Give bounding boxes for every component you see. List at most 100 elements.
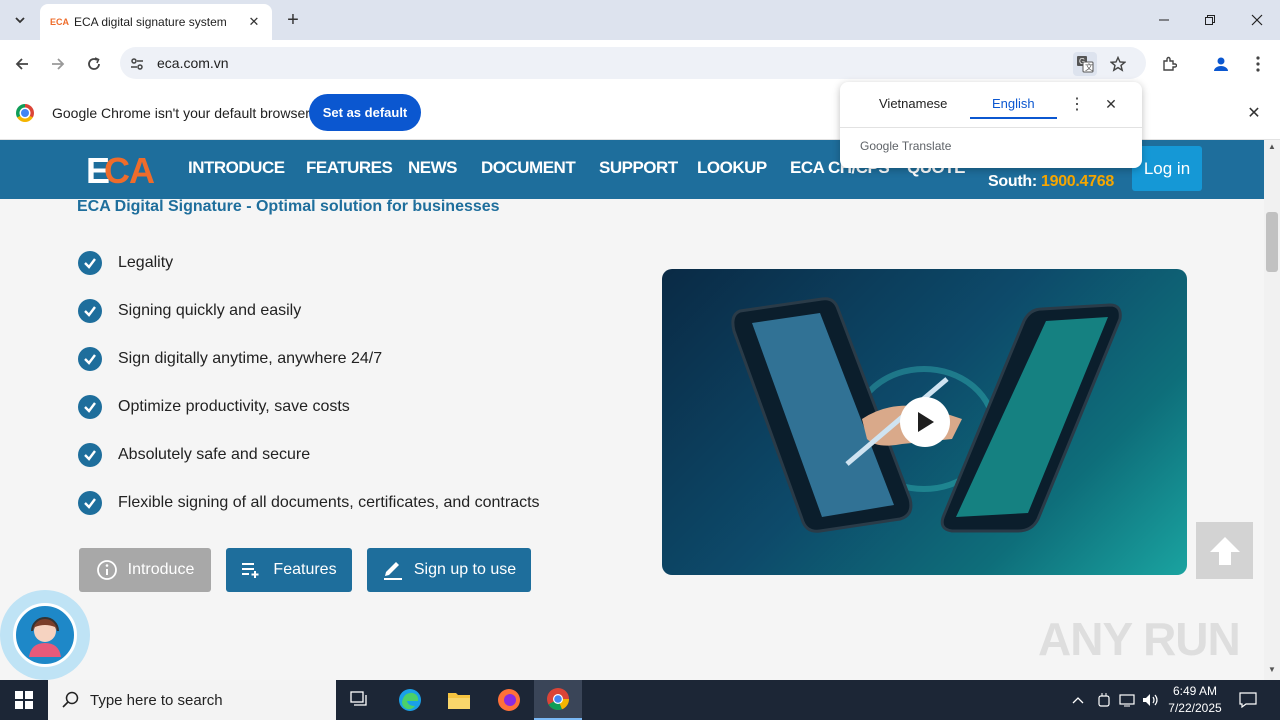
extensions-icon[interactable] xyxy=(1157,52,1181,76)
login-button[interactable]: Log in xyxy=(1132,146,1202,191)
translate-divider xyxy=(840,127,1142,128)
support-agent-icon xyxy=(29,617,61,657)
back-to-top-button[interactable] xyxy=(1196,522,1253,579)
person-glyph xyxy=(1214,57,1228,71)
close-glyph xyxy=(1251,14,1263,26)
nav-news[interactable]: NEWS xyxy=(408,158,458,178)
scroll-up-icon[interactable]: ▲ xyxy=(1264,142,1280,154)
feature-text: Sign digitally anytime, anywhere 24/7 xyxy=(118,350,383,367)
volume-icon[interactable] xyxy=(1141,690,1161,710)
support-chat-avatar[interactable] xyxy=(0,590,90,680)
infobar-message: Google Chrome isn't your default browser xyxy=(52,105,310,121)
check-glyph xyxy=(84,258,96,269)
play-button-icon[interactable] xyxy=(900,397,950,447)
features-button[interactable]: Features xyxy=(226,548,352,592)
network-icon[interactable] xyxy=(1117,690,1137,710)
chrome-glyph xyxy=(547,688,570,711)
translate-tab-indicator xyxy=(970,117,1057,119)
check-glyph xyxy=(84,402,96,413)
logo-ca[interactable]: CA xyxy=(104,150,155,192)
section-subtitle: ECA Digital Signature - Optimal solution… xyxy=(77,198,500,215)
minimize-glyph xyxy=(1159,19,1169,21)
feature-item: Legality xyxy=(78,250,173,276)
check-icon xyxy=(78,395,102,419)
tab-search-button[interactable] xyxy=(8,8,32,32)
clock-date: 7/22/2025 xyxy=(1168,701,1222,715)
chevron-down-icon xyxy=(15,17,25,24)
playlist-add-icon xyxy=(242,563,259,578)
search-icon xyxy=(62,691,79,708)
feature-item: Signing quickly and easily xyxy=(78,298,301,324)
url-text[interactable]: eca.com.vn xyxy=(157,55,229,71)
hotline-label: South: xyxy=(988,173,1041,190)
minimize-icon[interactable] xyxy=(1152,8,1176,32)
infobar-close-icon[interactable]: ✕ xyxy=(1244,103,1264,123)
browser-tab[interactable]: ECA ECA digital signature system ✕ xyxy=(40,4,272,40)
scrollbar-thumb[interactable] xyxy=(1266,212,1278,272)
restore-icon[interactable] xyxy=(1198,8,1222,32)
notifications-icon[interactable] xyxy=(1238,690,1258,710)
restore-glyph xyxy=(1205,15,1215,25)
nav-lookup[interactable]: LOOKUP xyxy=(697,158,767,178)
feature-text: Legality xyxy=(118,254,174,271)
chevron-up-glyph xyxy=(1072,697,1084,704)
reload-icon[interactable] xyxy=(82,52,106,76)
translate-tab-target[interactable]: English xyxy=(992,96,1035,111)
taskbar-search[interactable]: Type here to search xyxy=(48,680,336,720)
task-view-glyph xyxy=(350,691,367,706)
device-glyph xyxy=(1098,693,1110,707)
nav-features[interactable]: FEATURES xyxy=(306,158,393,178)
nav-introduce[interactable]: INTRODUCE xyxy=(188,158,285,178)
tab-close-icon[interactable]: ✕ xyxy=(246,14,262,30)
site-info-icon[interactable] xyxy=(125,52,149,76)
info-icon xyxy=(96,560,117,580)
address-bar[interactable] xyxy=(120,47,1146,79)
chrome-taskbar-icon[interactable] xyxy=(534,680,582,720)
bookmark-star-icon[interactable] xyxy=(1106,52,1130,76)
usb-device-icon[interactable] xyxy=(1094,690,1114,710)
check-icon xyxy=(78,491,102,515)
translate-tab-source[interactable]: Vietnamese xyxy=(879,96,947,111)
start-button[interactable] xyxy=(0,680,48,720)
reload-arrow xyxy=(88,57,100,70)
system-clock[interactable]: 6:49 AM 7/22/2025 xyxy=(1162,683,1228,717)
avatar xyxy=(13,603,77,667)
translate-more-icon[interactable]: ⋮ xyxy=(1068,94,1086,114)
signup-button[interactable]: Sign up to use xyxy=(367,548,531,592)
check-glyph xyxy=(84,498,96,509)
feature-item: Sign digitally anytime, anywhere 24/7 xyxy=(78,346,382,372)
back-icon[interactable] xyxy=(10,52,34,76)
translate-popup xyxy=(840,82,1142,168)
firefox-icon[interactable] xyxy=(485,680,533,720)
translate-icon[interactable]: G文 xyxy=(1073,52,1097,76)
file-explorer-icon[interactable] xyxy=(435,680,483,720)
window-close-icon[interactable] xyxy=(1245,8,1269,32)
nav-document[interactable]: DOCUMENT xyxy=(481,158,576,178)
tray-overflow-icon[interactable] xyxy=(1068,690,1088,710)
nav-support[interactable]: SUPPORT xyxy=(599,158,678,178)
firefox-glyph xyxy=(498,689,520,711)
hotline-number[interactable]: 1900.4768 xyxy=(1041,173,1114,190)
pencil-icon xyxy=(383,562,402,580)
chrome-menu-icon[interactable] xyxy=(1246,52,1270,76)
new-tab-button[interactable]: + xyxy=(282,9,304,31)
translate-close-icon[interactable]: ✕ xyxy=(1101,94,1121,114)
back-arrow xyxy=(15,58,28,70)
introduce-button[interactable]: Introduce xyxy=(79,548,211,592)
svg-text:文: 文 xyxy=(1085,62,1093,72)
feature-text: Flexible signing of all documents, certi… xyxy=(118,494,540,511)
network-glyph xyxy=(1119,694,1135,707)
set-default-button[interactable]: Set as default xyxy=(309,94,421,131)
check-icon xyxy=(78,299,102,323)
profile-icon[interactable] xyxy=(1209,52,1233,76)
edge-icon[interactable] xyxy=(386,680,434,720)
check-glyph xyxy=(84,306,96,317)
forward-icon[interactable] xyxy=(46,52,70,76)
puzzle-glyph xyxy=(1163,56,1177,71)
arrow-up-icon xyxy=(1209,536,1240,565)
tune-glyph xyxy=(131,58,143,70)
feature-item: Flexible signing of all documents, certi… xyxy=(78,490,540,516)
scroll-down-icon[interactable]: ▼ xyxy=(1264,665,1280,677)
task-view-icon[interactable] xyxy=(336,680,384,720)
clock-time: 6:49 AM xyxy=(1172,684,1218,698)
